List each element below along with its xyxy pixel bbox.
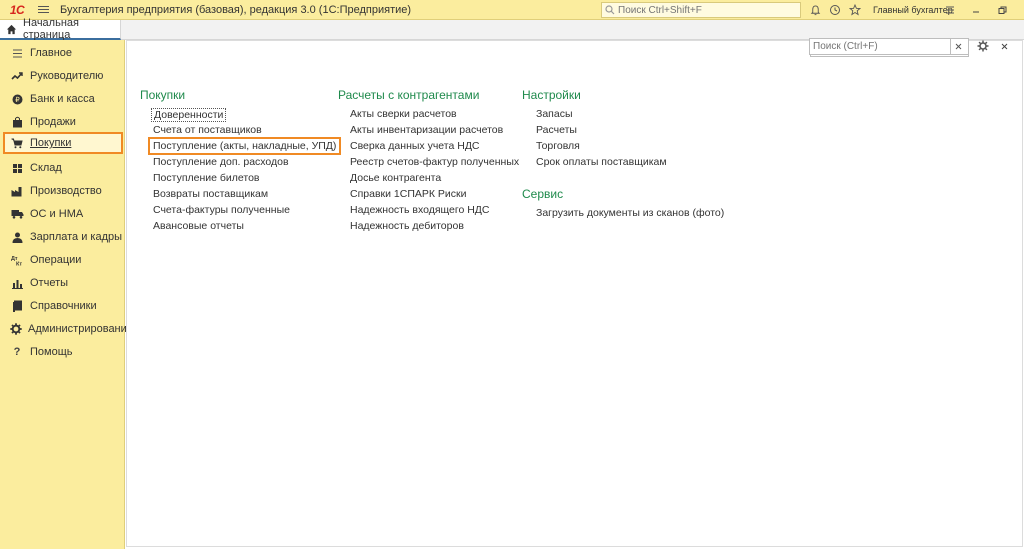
clear-search-icon[interactable] — [950, 39, 965, 54]
panel-search-box[interactable] — [809, 38, 969, 55]
sidebar-item-label: Склад — [30, 162, 62, 174]
app-title: Бухгалтерия предприятия (базовая), редак… — [60, 3, 412, 16]
sidebar-item-administration[interactable]: Администрирование — [0, 318, 133, 340]
sidebar-item-help[interactable]: ? Помощь — [0, 341, 125, 363]
section-title-service: Сервис — [522, 187, 564, 201]
link-vat-invoice-register[interactable]: Реестр счетов-фактур полученных — [350, 156, 519, 168]
bag-icon — [10, 115, 24, 129]
sidebar-item-purchases[interactable]: Покупки — [3, 132, 123, 154]
settings-menu-icon[interactable] — [937, 0, 963, 20]
sidebar: Главное Руководителю ₽ Банк и касса Прод… — [0, 40, 133, 549]
title-bar: 1С Бухгалтерия предприятия (базовая), ре… — [0, 0, 1024, 20]
link-vat-reconciliation[interactable]: Сверка данных учета НДС — [350, 140, 480, 152]
operations-icon: Дт Кт — [10, 253, 24, 267]
sidebar-item-reports[interactable]: Отчеты — [0, 272, 125, 294]
sidebar-item-production[interactable]: Производство — [0, 180, 125, 202]
sidebar-item-label: Производство — [30, 185, 102, 197]
home-icon — [6, 24, 17, 35]
panel-settings-icon[interactable] — [976, 39, 990, 53]
sidebar-item-bank[interactable]: ₽ Банк и касса — [0, 88, 125, 110]
link-payment-terms[interactable]: Срок оплаты поставщикам — [536, 156, 667, 168]
history-icon[interactable] — [825, 0, 845, 20]
link-additional-expenses[interactable]: Поступление доп. расходов — [153, 156, 289, 168]
sidebar-item-label: Покупки — [30, 137, 72, 149]
minimize-icon[interactable] — [963, 0, 989, 20]
link-settlement-settings[interactable]: Расчеты — [536, 124, 577, 136]
sidebar-item-assets[interactable]: ОС и НМА — [0, 203, 125, 225]
link-inventory-acts[interactable]: Акты инвентаризации расчетов — [350, 124, 503, 136]
link-supplier-invoices[interactable]: Счета от поставщиков — [153, 124, 262, 136]
sidebar-item-label: Зарплата и кадры — [30, 231, 123, 243]
sidebar-item-label: Справочники — [30, 300, 97, 312]
svg-text:Кт: Кт — [16, 261, 22, 266]
link-vat-invoices-received[interactable]: Счета-фактуры полученные — [153, 204, 290, 216]
star-icon[interactable] — [845, 0, 865, 20]
sidebar-item-label: Отчеты — [30, 277, 69, 289]
sidebar-item-label: Помощь — [30, 346, 73, 358]
link-inventory-settings[interactable]: Запасы — [536, 108, 573, 120]
book-icon — [10, 299, 24, 313]
sidebar-item-main[interactable]: Главное — [0, 42, 125, 64]
bar-chart-icon — [10, 276, 24, 290]
link-expense-reports[interactable]: Авансовые отчеты — [153, 220, 244, 232]
bell-icon[interactable] — [805, 0, 825, 20]
gear-icon — [10, 322, 22, 336]
sidebar-item-label: Продажи — [30, 116, 76, 128]
tab-home[interactable]: Начальная страница — [0, 17, 121, 41]
link-reconciliation-acts[interactable]: Акты сверки расчетов — [350, 108, 457, 120]
factory-icon — [10, 184, 24, 198]
link-receipts[interactable]: Поступление (акты, накладные, УПД) — [148, 137, 342, 155]
person-icon — [10, 230, 24, 244]
link-returns[interactable]: Возвраты поставщикам — [153, 188, 268, 200]
link-powers-of-attorney[interactable]: Доверенности — [151, 108, 227, 122]
sidebar-item-warehouse[interactable]: Склад — [0, 157, 125, 179]
sidebar-item-label: Руководителю — [30, 70, 104, 82]
sidebar-item-references[interactable]: Справочники — [0, 295, 125, 317]
sidebar-item-operations[interactable]: Дт Кт Операции — [0, 249, 125, 271]
section-title-settlements: Расчеты с контрагентами — [338, 88, 480, 102]
sidebar-item-label: Главное — [30, 47, 73, 59]
global-search-input[interactable] — [618, 4, 798, 16]
sidebar-item-manager[interactable]: Руководителю — [0, 65, 125, 87]
coin-icon: ₽ — [10, 92, 24, 106]
help-icon: ? — [13, 346, 21, 358]
svg-text:₽: ₽ — [15, 96, 20, 104]
link-trade-settings[interactable]: Торговля — [536, 140, 580, 152]
tab-home-label: Начальная страница — [23, 17, 79, 41]
link-counterparty-dossier[interactable]: Досье контрагента — [350, 172, 441, 184]
sidebar-item-salary[interactable]: Зарплата и кадры — [0, 226, 125, 248]
cart-icon — [10, 136, 24, 150]
sidebar-item-label: Администрирование — [28, 323, 133, 335]
menu-icon — [10, 46, 24, 60]
trend-icon — [10, 69, 24, 83]
link-incoming-vat-reliability[interactable]: Надежность входящего НДС — [350, 204, 490, 216]
link-tickets[interactable]: Поступление билетов — [153, 172, 260, 184]
section-title-purchases: Покупки — [140, 88, 186, 102]
main-panel — [126, 39, 1023, 547]
sidebar-item-label: Банк и касса — [30, 93, 95, 105]
tab-strip: Начальная страница — [0, 17, 1024, 41]
section-title-settings: Настройки — [522, 88, 581, 102]
sidebar-item-sales[interactable]: Продажи — [0, 111, 125, 133]
close-icon[interactable] — [1015, 0, 1024, 20]
warehouse-icon — [10, 161, 24, 175]
link-spark-risks[interactable]: Справки 1СПАРК Риски — [350, 188, 467, 200]
global-search-field[interactable] — [601, 2, 801, 18]
sidebar-item-label: ОС и НМА — [30, 208, 84, 220]
panel-close-icon[interactable] — [998, 39, 1010, 53]
app-logo-text: 1С — [9, 2, 25, 17]
panel-search-input[interactable] — [810, 41, 950, 52]
sidebar-item-label: Операции — [30, 254, 82, 266]
link-debtor-reliability[interactable]: Надежность дебиторов — [350, 220, 464, 232]
truck-icon — [10, 207, 24, 221]
link-load-from-scans[interactable]: Загрузить документы из сканов (фото) — [536, 207, 724, 219]
search-icon — [605, 5, 615, 15]
restore-icon[interactable] — [989, 0, 1015, 20]
